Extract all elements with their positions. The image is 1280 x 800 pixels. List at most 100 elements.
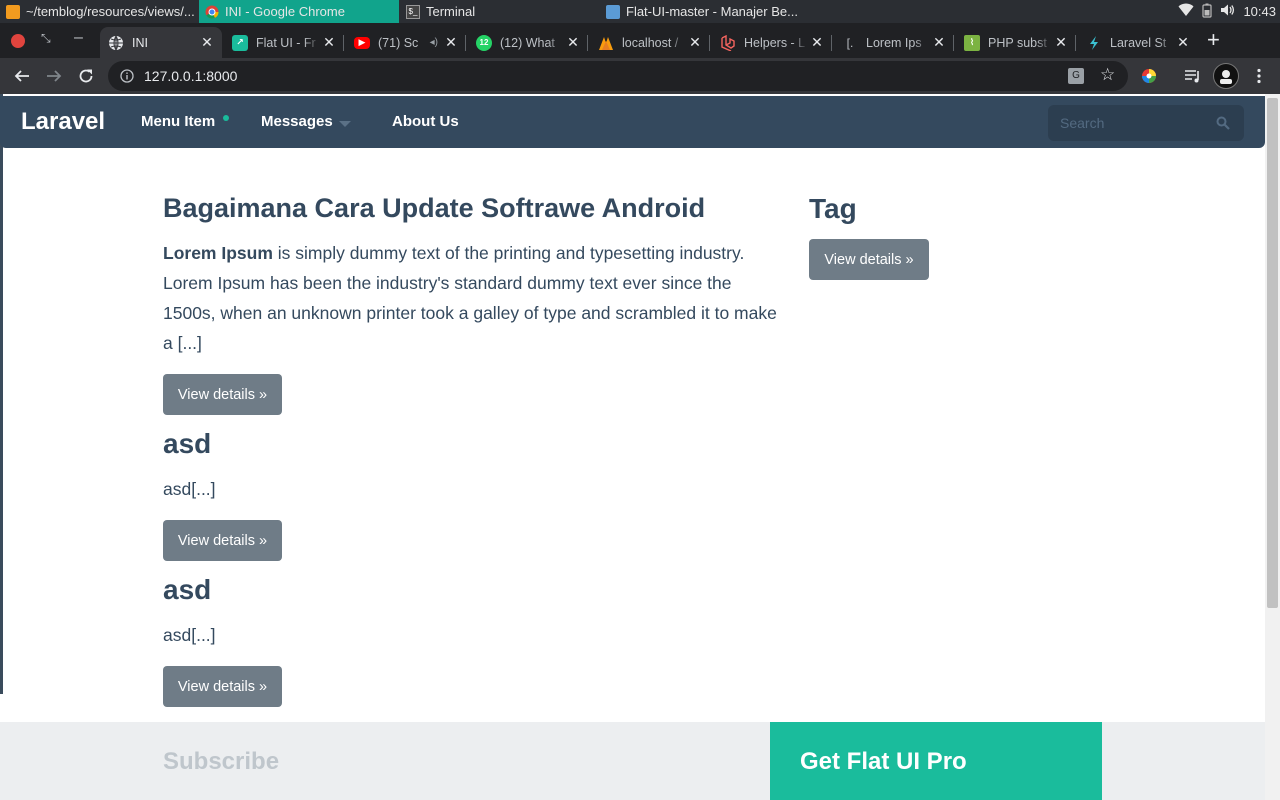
post-title[interactable]: asd bbox=[163, 574, 211, 606]
terminal-icon: $_ bbox=[406, 4, 420, 19]
phpmyadmin-icon bbox=[598, 35, 614, 51]
minimize-window-icon[interactable]: – bbox=[74, 29, 83, 47]
scrollbar-thumb[interactable] bbox=[1267, 98, 1278, 608]
new-tab-button[interactable]: + bbox=[1207, 29, 1220, 51]
site-footer: Subscribe Get Flat UI Pro bbox=[0, 722, 1265, 800]
tab-helpers[interactable]: Helpers - L ✕ bbox=[712, 27, 832, 58]
tab-whatsapp[interactable]: 12 (12) What ✕ bbox=[468, 27, 588, 58]
audio-playing-icon[interactable]: ◂) bbox=[430, 37, 438, 48]
post-excerpt-bold: Lorem Ipsum bbox=[163, 243, 273, 263]
browser-toolbar: 127.0.0.1:8000 G ☆ bbox=[0, 58, 1280, 94]
tab-ini[interactable]: INI ✕ bbox=[100, 27, 222, 58]
taskbar-item-label: Flat-UI-master - Manajer Be... bbox=[626, 4, 798, 19]
youtube-icon: ▶ bbox=[354, 36, 370, 49]
tab-title: Helpers - L bbox=[744, 35, 806, 50]
clock[interactable]: 10:43 bbox=[1243, 4, 1276, 19]
page-left-border bbox=[0, 94, 3, 694]
tab-title: Flat UI - Fr bbox=[256, 35, 316, 50]
tab-close-icon[interactable]: ✕ bbox=[198, 34, 216, 51]
post-excerpt: Lorem Ipsum is simply dummy text of the … bbox=[163, 238, 785, 358]
reload-button[interactable] bbox=[74, 64, 98, 88]
tab-php-subst[interactable]: ⌇ PHP subst ✕ bbox=[956, 27, 1076, 58]
address-bar[interactable]: 127.0.0.1:8000 G ☆ bbox=[108, 61, 1128, 91]
flat-ui-pro-banner[interactable]: Get Flat UI Pro bbox=[770, 722, 1102, 800]
navbar-search bbox=[1048, 105, 1244, 141]
laravel-icon bbox=[720, 34, 736, 51]
tab-close-icon[interactable]: ✕ bbox=[442, 34, 460, 51]
tab-title: (71) Sc bbox=[378, 35, 419, 50]
tab-close-icon[interactable]: ✕ bbox=[1174, 34, 1192, 51]
tab-title: (12) What bbox=[500, 35, 555, 50]
taskbar-item-editor[interactable]: ~/temblog/resources/views/... bbox=[0, 0, 198, 23]
nav-menu-item[interactable]: Menu Item bbox=[141, 113, 215, 130]
taskbar-item-file-manager[interactable]: Flat-UI-master - Manajer Be... bbox=[600, 0, 820, 23]
tab-title: INI bbox=[132, 35, 148, 50]
view-details-button[interactable]: View details » bbox=[163, 666, 282, 707]
tab-flat-ui[interactable]: ↗ Flat UI - Fr ✕ bbox=[224, 27, 344, 58]
close-window-icon[interactable] bbox=[11, 34, 25, 48]
tab-title: Lorem Ips bbox=[866, 35, 922, 50]
taskbar-item-label: Terminal bbox=[426, 4, 476, 19]
bookmark-star-icon[interactable]: ☆ bbox=[1100, 65, 1115, 85]
tab-close-icon[interactable]: ✕ bbox=[686, 34, 704, 51]
taskbar-item-label: INI - Google Chrome bbox=[225, 4, 345, 19]
back-button[interactable] bbox=[10, 64, 34, 88]
tab-close-icon[interactable]: ✕ bbox=[564, 34, 582, 51]
tab-laravel-studio[interactable]: Laravel St ✕ bbox=[1078, 27, 1198, 58]
site-navbar: Laravel Menu Item Messages About Us bbox=[0, 96, 1265, 148]
subscribe-heading: Subscribe bbox=[163, 748, 280, 775]
view-details-button[interactable]: View details » bbox=[163, 374, 282, 415]
url-text[interactable]: 127.0.0.1:8000 bbox=[144, 68, 237, 84]
battery-icon[interactable] bbox=[1202, 3, 1213, 21]
os-taskbar: ~/temblog/resources/views/... INI - Goog… bbox=[0, 0, 1280, 23]
restore-window-icon[interactable]: ⤡ bbox=[41, 31, 51, 46]
globe-icon bbox=[108, 35, 124, 51]
tag-view-details-button[interactable]: View details » bbox=[809, 239, 929, 280]
chrome-menu-icon[interactable] bbox=[1247, 64, 1271, 88]
tab-youtube[interactable]: ▶ (71) Sc ◂) ✕ bbox=[346, 27, 466, 58]
volume-icon[interactable] bbox=[1220, 3, 1235, 20]
taskbar-item-chrome[interactable]: INI - Google Chrome bbox=[199, 0, 399, 23]
post-title[interactable]: Bagaimana Cara Update Softrawe Android bbox=[163, 193, 705, 224]
sublime-text-icon bbox=[6, 4, 20, 19]
flat-ui-pro-heading[interactable]: Get Flat UI Pro bbox=[800, 748, 967, 776]
caret-down-icon[interactable] bbox=[339, 121, 351, 127]
folder-icon bbox=[606, 4, 620, 19]
site-brand[interactable]: Laravel bbox=[21, 108, 105, 136]
tab-close-icon[interactable]: ✕ bbox=[320, 34, 338, 51]
post-excerpt: asd[...] bbox=[163, 625, 216, 645]
tab-title: PHP subst bbox=[988, 35, 1047, 50]
flat-ui-icon: ↗ bbox=[232, 34, 248, 51]
chrome-icon bbox=[205, 5, 219, 19]
post-excerpt: asd[...] bbox=[163, 479, 216, 499]
php-icon: ⌇ bbox=[964, 34, 980, 51]
translate-icon[interactable]: G bbox=[1068, 68, 1084, 84]
tab-close-icon[interactable]: ✕ bbox=[808, 34, 826, 51]
tab-close-icon[interactable]: ✕ bbox=[1052, 34, 1070, 51]
view-details-button[interactable]: View details » bbox=[163, 520, 282, 561]
notification-dot-icon bbox=[223, 115, 229, 121]
page-viewport: Laravel Menu Item Messages About Us Baga… bbox=[0, 94, 1280, 800]
tab-close-icon[interactable]: ✕ bbox=[930, 34, 948, 51]
whatsapp-icon: 12 bbox=[476, 34, 492, 51]
taskbar-item-terminal[interactable]: $_ Terminal bbox=[400, 0, 600, 23]
media-queue-icon[interactable] bbox=[1181, 64, 1205, 88]
forward-button[interactable] bbox=[42, 64, 66, 88]
system-tray: 10:43 bbox=[1178, 0, 1280, 23]
nav-messages[interactable]: Messages bbox=[261, 113, 333, 130]
color-picker-extension-icon[interactable] bbox=[1137, 64, 1161, 88]
page-scrollbar[interactable] bbox=[1265, 94, 1280, 800]
info-icon[interactable] bbox=[120, 69, 134, 83]
taskbar-item-label: ~/temblog/resources/views/... bbox=[26, 4, 195, 19]
profile-avatar-icon[interactable] bbox=[1213, 63, 1239, 89]
tab-title: Laravel St bbox=[1110, 35, 1167, 50]
browser-tab-strip: ⤡ – INI ✕ ↗ Flat UI - Fr ✕ ▶ (71) Sc ◂) … bbox=[0, 23, 1280, 58]
nav-about-us[interactable]: About Us bbox=[392, 113, 459, 130]
tab-lorem-ipsum[interactable]: [. Lorem Ips ✕ bbox=[834, 27, 954, 58]
tab-localhost[interactable]: localhost / ✕ bbox=[590, 27, 710, 58]
search-input[interactable] bbox=[1048, 105, 1244, 141]
wifi-icon[interactable] bbox=[1178, 3, 1194, 20]
search-icon[interactable] bbox=[1216, 116, 1230, 130]
tab-title: localhost / bbox=[622, 35, 679, 50]
post-title[interactable]: asd bbox=[163, 428, 211, 460]
